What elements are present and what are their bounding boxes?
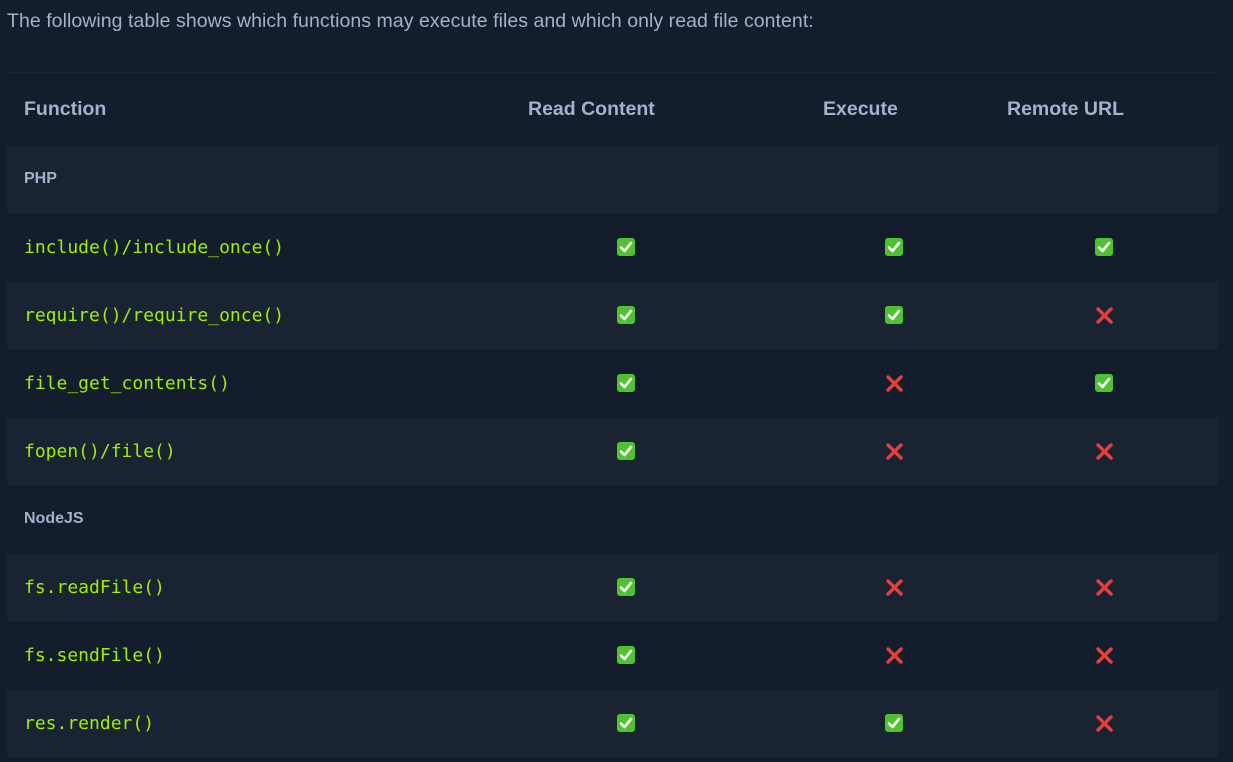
table-body: PHP include()/include_once() require()/req… — [7, 145, 1218, 757]
group-row: PHP — [7, 145, 1218, 213]
function-name: file_get_contents() — [24, 372, 230, 394]
intro-text: The following table shows which function… — [7, 10, 814, 32]
check-mark-icon — [617, 645, 635, 664]
execute-cell — [806, 417, 990, 485]
check-mark-icon — [885, 305, 903, 324]
check-mark-icon — [617, 577, 635, 596]
table-row: fs.readFile() — [7, 553, 1218, 621]
header-execute: Execute — [823, 97, 898, 120]
check-mark-icon — [617, 441, 635, 460]
group-row: NodeJS — [7, 485, 1218, 553]
table-row: fs.sendFile() — [7, 621, 1218, 689]
cross-mark-icon — [1095, 714, 1114, 733]
remote-url-cell — [990, 621, 1218, 689]
header-function: Function — [24, 97, 107, 120]
read-content-cell — [510, 417, 806, 485]
remote-url-cell — [990, 553, 1218, 621]
function-name: fs.sendFile() — [24, 644, 165, 666]
check-mark-icon — [617, 713, 635, 732]
page: The following table shows which function… — [0, 0, 1233, 762]
read-content-cell — [510, 281, 806, 349]
cross-mark-icon — [1095, 306, 1114, 325]
execute-cell — [806, 553, 990, 621]
function-name: require()/require_once() — [24, 304, 285, 326]
table-row: res.render() — [7, 689, 1218, 757]
check-mark-icon — [617, 373, 635, 392]
check-mark-icon — [1095, 237, 1113, 256]
table-header: Function Read Content Execute Remote URL — [7, 73, 1218, 145]
check-mark-icon — [617, 305, 635, 324]
remote-url-cell — [990, 213, 1218, 281]
read-content-cell — [510, 689, 806, 757]
cross-mark-icon — [1095, 646, 1114, 665]
function-name: fopen()/file() — [24, 440, 176, 462]
execute-cell — [806, 689, 990, 757]
cross-mark-icon — [885, 578, 904, 597]
table-row: fopen()/file() — [7, 417, 1218, 485]
execute-cell — [806, 281, 990, 349]
cross-mark-icon — [1095, 578, 1114, 597]
check-mark-icon — [885, 237, 903, 256]
table-row: require()/require_once() — [7, 281, 1218, 349]
cross-mark-icon — [885, 442, 904, 461]
remote-url-cell — [990, 349, 1218, 417]
cross-mark-icon — [885, 646, 904, 665]
header-row: Function Read Content Execute Remote URL — [7, 73, 1218, 145]
function-table-container: Function Read Content Execute Remote URL… — [7, 72, 1218, 757]
execute-cell — [806, 213, 990, 281]
table-row: file_get_contents() — [7, 349, 1218, 417]
read-content-cell — [510, 553, 806, 621]
group-label: PHP — [24, 170, 57, 187]
cross-mark-icon — [1095, 442, 1114, 461]
table-row: include()/include_once() — [7, 213, 1218, 281]
check-mark-icon — [1095, 373, 1113, 392]
header-remote-url: Remote URL — [1007, 97, 1125, 120]
group-label: NodeJS — [24, 510, 84, 527]
function-name: res.render() — [24, 712, 155, 734]
execute-cell — [806, 349, 990, 417]
cross-mark-icon — [885, 374, 904, 393]
remote-url-cell — [990, 689, 1218, 757]
header-read-content: Read Content — [528, 97, 655, 120]
check-mark-icon — [617, 237, 635, 256]
read-content-cell — [510, 621, 806, 689]
read-content-cell — [510, 213, 806, 281]
function-name: fs.readFile() — [24, 576, 165, 598]
check-mark-icon — [885, 713, 903, 732]
execute-cell — [806, 621, 990, 689]
read-content-cell — [510, 349, 806, 417]
function-capability-table: Function Read Content Execute Remote URL… — [7, 73, 1218, 757]
remote-url-cell — [990, 281, 1218, 349]
function-name: include()/include_once() — [24, 236, 285, 258]
remote-url-cell — [990, 417, 1218, 485]
